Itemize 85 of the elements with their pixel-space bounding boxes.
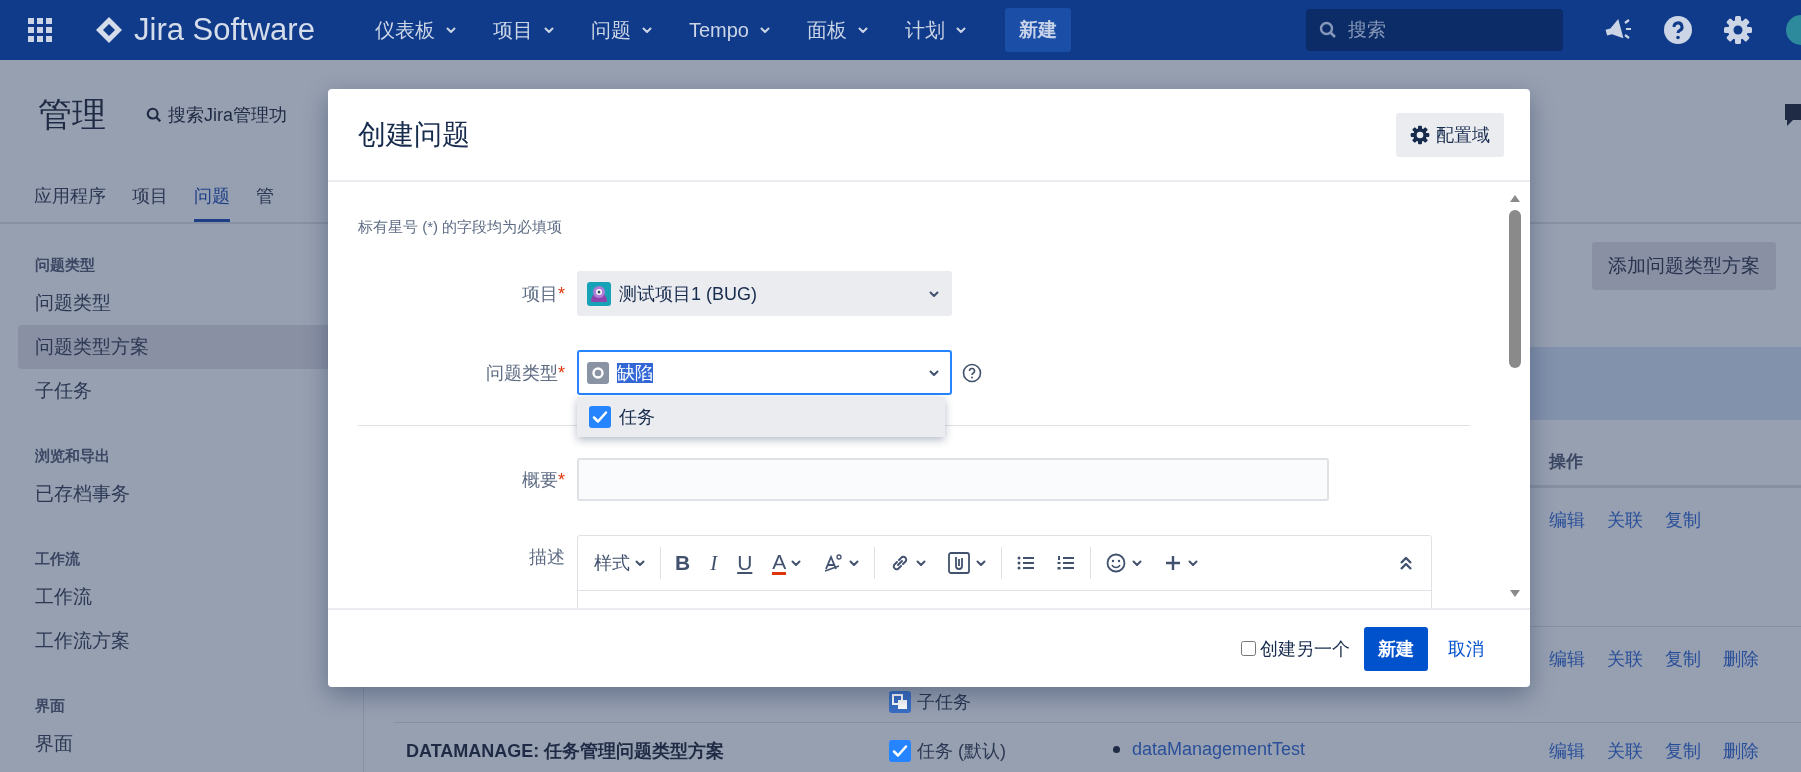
bullet-icon: [1113, 746, 1120, 753]
action-link[interactable]: 关联: [1607, 739, 1643, 772]
admin-search-link[interactable]: 搜索Jira管理功: [168, 103, 287, 127]
checkbox-icon: [889, 740, 911, 762]
logo-icon: [94, 15, 124, 45]
nav-menu[interactable]: 问题: [586, 10, 657, 50]
select-field[interactable]: 缺陷: [577, 350, 952, 395]
chevron-down-icon: [856, 24, 869, 36]
dropdown-option[interactable]: 任务: [577, 397, 945, 437]
italic-toolbar-button[interactable]: I: [700, 546, 728, 580]
settings-icon: [1410, 124, 1430, 145]
chevron-down-icon: [444, 24, 457, 36]
sidebar-item[interactable]: 问题类型: [18, 281, 363, 325]
help-icon[interactable]: [1663, 15, 1693, 45]
scheme-name: DATAMANAGE: 任务管理问题类型方案: [405, 740, 726, 763]
action-link[interactable]: 编辑: [1549, 739, 1585, 772]
field-label: 问题类型*: [485, 361, 565, 385]
sidebar-heading: 界面: [34, 696, 66, 716]
issue-type-label: 子任务: [917, 691, 971, 714]
help-icon[interactable]: [962, 362, 982, 383]
emoji-icon: [1105, 552, 1128, 574]
action-link[interactable]: 复制: [1665, 739, 1701, 772]
chevron-down-icon: [542, 24, 555, 36]
submit-button[interactable]: 新建: [1364, 626, 1428, 671]
add-scheme-button[interactable]: 添加问题类型方案: [1592, 242, 1776, 290]
issue-type-icon: [587, 361, 609, 384]
sidebar-item[interactable]: 工作流方案: [18, 619, 363, 663]
search-field[interactable]: 搜索: [1306, 9, 1563, 51]
action-link[interactable]: 关联: [1607, 508, 1643, 626]
action-link[interactable]: 编辑: [1549, 647, 1585, 722]
dialog-title: 创建问题: [358, 117, 470, 152]
nav-menu[interactable]: 仪表板: [370, 10, 461, 50]
tab[interactable]: 管: [256, 170, 274, 222]
style-toolbar-button[interactable]: 样式: [584, 547, 656, 579]
chevron-down-icon: [640, 24, 653, 36]
sidebar-heading: 工作流: [34, 549, 81, 569]
sidebar-item[interactable]: 界面: [18, 722, 363, 766]
checkbox-icon: [589, 406, 611, 428]
attachment-icon: [947, 551, 972, 575]
required-note: 标有星号 (*) 的字段均为必填项: [358, 218, 564, 237]
numbered-list-icon: [1056, 553, 1077, 573]
summary-field[interactable]: [577, 458, 1329, 501]
tab[interactable]: 项目: [132, 170, 168, 222]
underline-toolbar-button[interactable]: U: [727, 547, 763, 579]
column-header: 操作: [1549, 451, 1584, 473]
action-link[interactable]: 复制: [1665, 647, 1701, 722]
action-link[interactable]: 删除: [1723, 647, 1759, 722]
field-label: 概要*: [521, 468, 565, 492]
checkbox-label[interactable]: 创建另一个: [1260, 636, 1350, 661]
settings-icon[interactable]: [1723, 15, 1753, 45]
sidebar-heading: 浏览和导出: [34, 446, 111, 466]
bold-toolbar-button[interactable]: B: [665, 547, 701, 579]
page-title: 管理: [38, 94, 106, 135]
create-button[interactable]: 新建: [1004, 8, 1071, 52]
action-link[interactable]: 关联: [1607, 647, 1643, 722]
sidebar-heading: 问题类型: [34, 255, 96, 275]
app-switcher-icon[interactable]: [28, 18, 52, 42]
color-toolbar-button[interactable]: A: [762, 547, 813, 579]
field-label: 描述: [528, 546, 565, 569]
nav-menu[interactable]: 计划: [900, 10, 971, 50]
chevron-down-icon: [954, 24, 967, 36]
field-label: 项目*: [521, 282, 565, 306]
action-link[interactable]: 删除: [1723, 739, 1759, 772]
project-link[interactable]: dataManagementTest: [1132, 739, 1306, 760]
search-icon: [146, 107, 162, 123]
issue-type-label: 任务 (默认): [917, 740, 1006, 763]
sidebar-item[interactable]: 子任务: [18, 369, 363, 413]
sidebar-item[interactable]: 工作流: [18, 575, 363, 619]
product-name: Jira Software: [134, 12, 315, 48]
action-link[interactable]: 编辑: [1549, 508, 1585, 626]
project-avatar-icon: [587, 281, 611, 306]
configure-fields-button[interactable]: 配置域: [1396, 112, 1504, 157]
nav-menu[interactable]: 面板: [802, 10, 873, 50]
clear-format-icon: [822, 552, 845, 574]
nav-menu[interactable]: 项目: [488, 10, 559, 50]
cancel-button[interactable]: 取消: [1442, 630, 1490, 667]
tab[interactable]: 问题: [194, 170, 230, 222]
subtask-icon: [889, 691, 911, 713]
action-link[interactable]: 复制: [1665, 508, 1701, 626]
chevron-down-icon: [758, 24, 771, 36]
tab[interactable]: 应用程序: [34, 170, 106, 222]
sidebar-item[interactable]: 已存档事务: [18, 472, 363, 516]
create-another-checkbox[interactable]: [1241, 641, 1256, 656]
select-field[interactable]: 测试项目1 (BUG): [577, 271, 952, 316]
nav-menu[interactable]: Tempo: [684, 12, 775, 48]
